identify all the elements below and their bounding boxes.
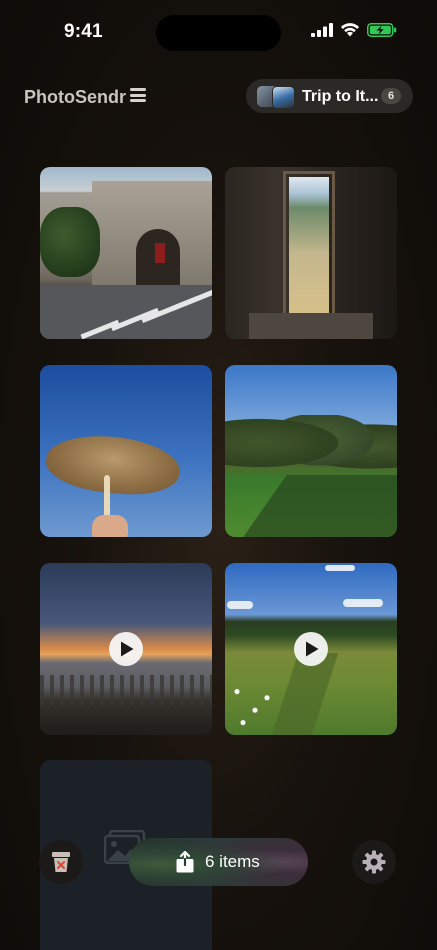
play-icon xyxy=(306,641,319,657)
status-time: 9:41 xyxy=(64,21,103,42)
play-icon xyxy=(121,641,134,657)
album-thumbnails xyxy=(257,86,295,109)
app-screen: 9:41 PhotoSendr Trip to It... 6 6 items xyxy=(0,0,437,950)
dynamic-island xyxy=(156,15,281,51)
album-selector-button[interactable]: Trip to It... 6 xyxy=(246,79,413,113)
trash-icon xyxy=(52,852,70,872)
video-thumbnail[interactable] xyxy=(40,563,212,735)
clear-selection-button[interactable] xyxy=(39,840,83,884)
play-button[interactable] xyxy=(109,632,143,666)
photo-thumbnail[interactable] xyxy=(225,365,397,537)
album-count-badge: 6 xyxy=(381,88,401,104)
battery-charging-icon xyxy=(367,22,397,37)
share-icon xyxy=(176,851,194,873)
play-button[interactable] xyxy=(294,632,328,666)
share-items-button[interactable]: 6 items xyxy=(129,838,308,886)
photo-thumbnail[interactable] xyxy=(40,365,212,537)
status-bar: 9:41 xyxy=(0,0,437,64)
photo-thumbnail[interactable] xyxy=(225,167,397,339)
wifi-icon xyxy=(341,23,359,37)
app-title: PhotoSendr xyxy=(24,87,126,107)
share-items-label: 6 items xyxy=(205,852,260,871)
status-icons xyxy=(311,22,397,37)
gear-icon xyxy=(362,850,386,874)
cellular-signal-icon xyxy=(311,22,333,37)
album-thumbnail xyxy=(272,86,295,109)
hamburger-menu-icon[interactable] xyxy=(130,88,146,102)
photo-thumbnail[interactable] xyxy=(40,167,212,339)
video-thumbnail[interactable] xyxy=(225,563,397,735)
app-header: PhotoSendr Trip to It... 6 xyxy=(0,78,437,114)
album-name: Trip to It... xyxy=(302,88,379,105)
settings-button[interactable] xyxy=(352,840,396,884)
